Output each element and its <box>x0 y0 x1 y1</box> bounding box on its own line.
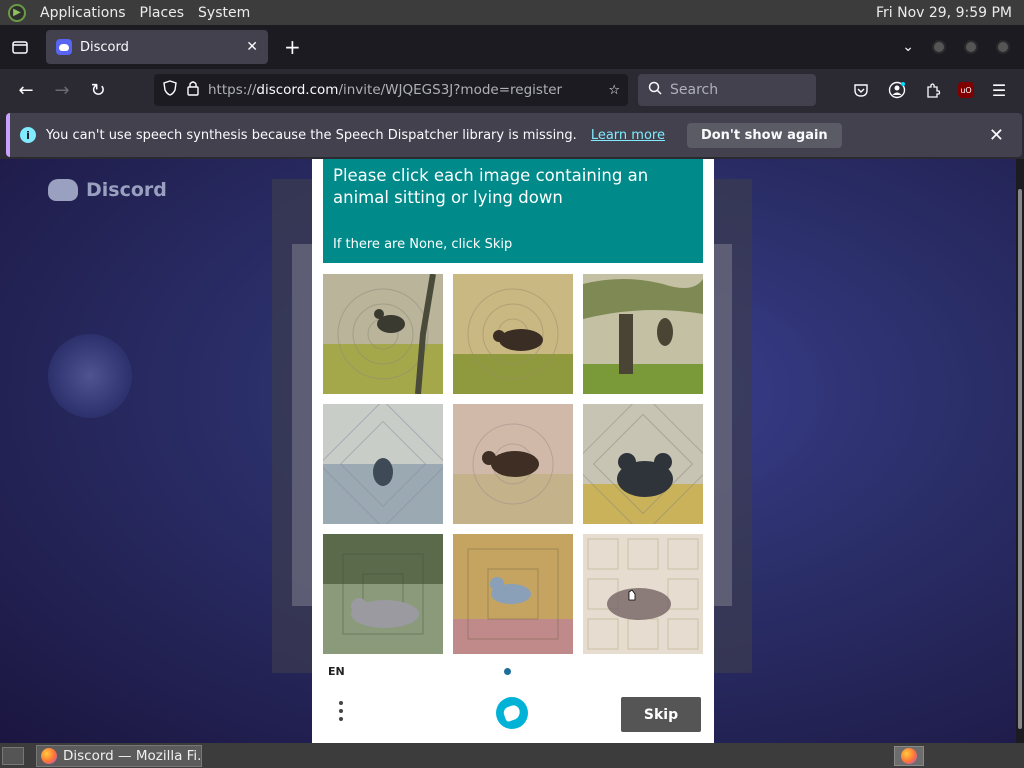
close-notification-icon[interactable]: ✕ <box>989 125 1004 146</box>
dont-show-again-button[interactable]: Don't show again <box>686 122 842 148</box>
discord-favicon-icon <box>56 39 72 55</box>
taskbar-window-title: Discord — Mozilla Fi... <box>63 747 202 764</box>
maximize-window-button[interactable] <box>964 40 978 54</box>
os-logo-icon[interactable]: ▶ <box>8 3 26 22</box>
captcha-image-5[interactable] <box>453 404 573 524</box>
url-bar[interactable]: https://discord.com/invite/WJQEGS3J?mode… <box>154 74 628 106</box>
firefox-icon <box>41 747 57 764</box>
back-icon[interactable]: ← <box>10 74 42 106</box>
account-icon[interactable] <box>886 79 908 101</box>
list-all-tabs-icon[interactable]: ⌄ <box>902 39 914 55</box>
taskbar-window-firefox[interactable]: Discord — Mozilla Fi... <box>36 744 202 767</box>
minimize-window-button[interactable] <box>932 40 946 54</box>
ublock-origin-icon[interactable]: uO <box>958 82 974 98</box>
captcha-header: Please click each image containing an an… <box>323 159 703 263</box>
workspace-switcher[interactable] <box>894 745 924 766</box>
notification-bar: i You can't use speech synthesis because… <box>6 113 1022 157</box>
tracking-protection-shield-icon[interactable] <box>162 80 178 100</box>
menu-system[interactable]: System <box>198 5 250 21</box>
search-bar[interactable]: Search <box>638 74 816 106</box>
learn-more-link[interactable]: Learn more <box>591 128 665 143</box>
background-orb <box>48 334 132 418</box>
captcha-image-3[interactable] <box>583 274 703 394</box>
clock[interactable]: Fri Nov 29, 9:59 PM <box>876 5 1024 21</box>
notification-message: You can't use speech synthesis because t… <box>46 127 577 143</box>
captcha-dialog: Please click each image containing an an… <box>312 159 714 743</box>
lock-icon[interactable] <box>186 80 200 100</box>
captcha-image-8[interactable] <box>453 534 573 654</box>
captcha-image-9[interactable] <box>583 534 703 654</box>
captcha-prompt: Please click each image containing an an… <box>333 166 649 207</box>
taskbar: Discord — Mozilla Fi... <box>0 743 1024 768</box>
captcha-menu-icon[interactable] <box>338 701 344 721</box>
reload-icon[interactable]: ↻ <box>82 74 114 106</box>
discord-wordmark: Discord <box>86 179 167 201</box>
page-scrollbar[interactable] <box>1016 159 1024 743</box>
navigation-bar: ← → ↻ https://discord.com/invite/WJQEGS3… <box>0 69 1024 111</box>
search-icon <box>648 81 662 99</box>
captcha-image-4[interactable] <box>323 404 443 524</box>
captcha-image-1[interactable] <box>323 274 443 394</box>
forward-icon[interactable]: → <box>46 74 78 106</box>
page-indicator-dot <box>504 668 511 675</box>
extensions-icon[interactable] <box>922 79 944 101</box>
top-panel: ▶ Applications Places System Fri Nov 29,… <box>0 0 1024 25</box>
tab-discord[interactable]: Discord ✕ <box>46 30 268 64</box>
skip-button[interactable]: Skip <box>621 697 701 732</box>
url-text[interactable]: https://discord.com/invite/WJQEGS3J?mode… <box>208 82 600 98</box>
new-tab-icon[interactable]: + <box>284 35 301 59</box>
scrollbar-thumb[interactable] <box>1018 189 1022 729</box>
captcha-image-6[interactable] <box>583 404 703 524</box>
menu-hamburger-icon[interactable]: ☰ <box>988 79 1010 101</box>
close-window-button[interactable] <box>996 40 1010 54</box>
discord-logo[interactable]: Discord <box>48 179 167 201</box>
pocket-icon[interactable] <box>850 79 872 101</box>
captcha-image-2[interactable] <box>453 274 573 394</box>
hcaptcha-logo-icon[interactable] <box>496 697 528 729</box>
menu-applications[interactable]: Applications <box>40 5 126 21</box>
bookmark-star-icon[interactable]: ☆ <box>608 83 620 98</box>
tab-title: Discord <box>80 39 129 55</box>
tab-list-icon[interactable] <box>0 25 40 69</box>
close-tab-icon[interactable]: ✕ <box>246 39 258 55</box>
captcha-subprompt: If there are None, click Skip <box>333 237 513 252</box>
language-selector[interactable]: EN <box>328 665 345 678</box>
info-icon: i <box>20 127 36 143</box>
tab-bar: Discord ✕ + ⌄ <box>0 25 1024 69</box>
captcha-image-7[interactable] <box>323 534 443 654</box>
search-placeholder: Search <box>670 82 719 98</box>
firefox-tray-icon <box>901 747 917 764</box>
show-desktop-icon[interactable] <box>2 746 24 765</box>
discord-logo-icon <box>48 179 78 201</box>
menu-places[interactable]: Places <box>140 5 185 21</box>
